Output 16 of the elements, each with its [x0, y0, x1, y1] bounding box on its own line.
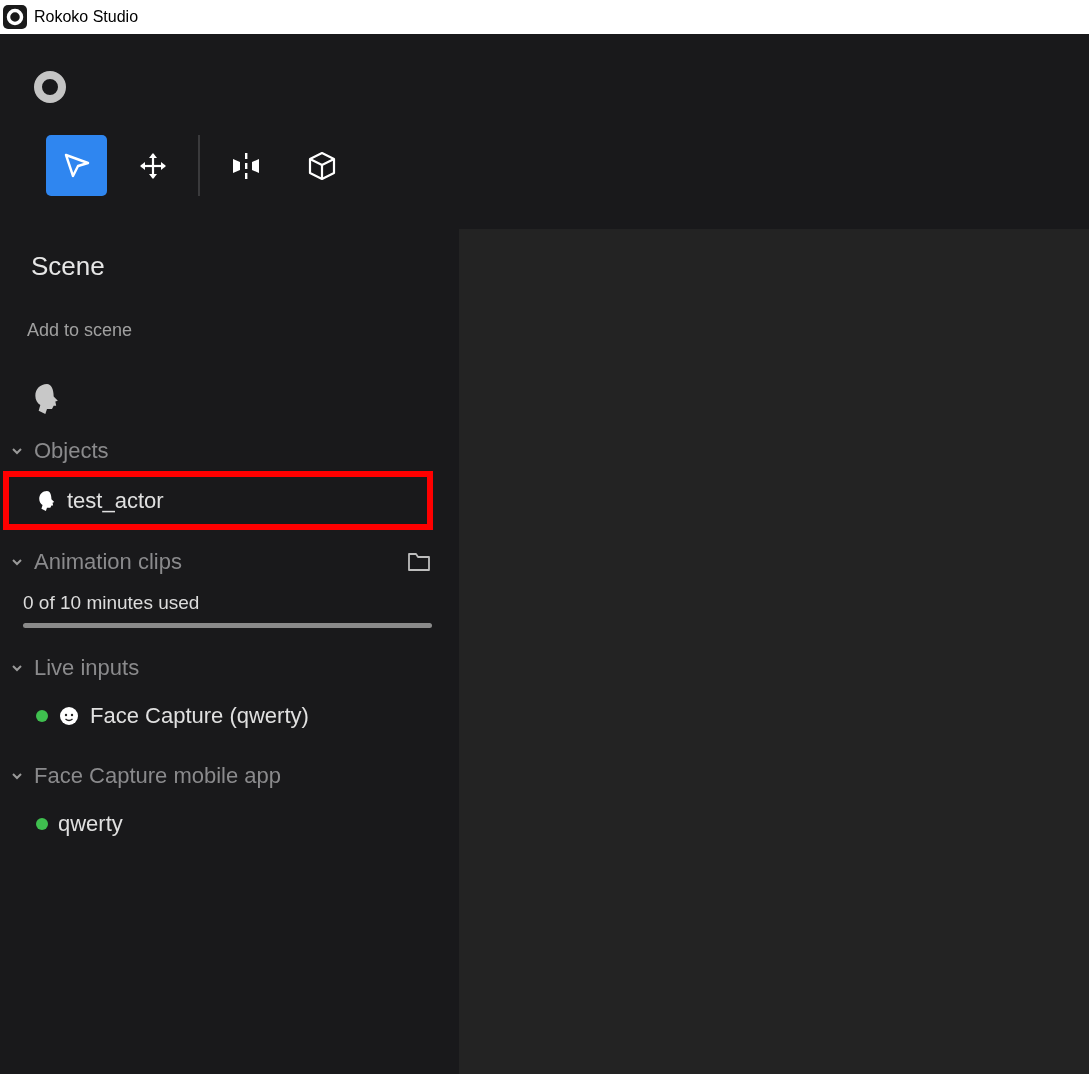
- pointer-tool-button[interactable]: [46, 135, 107, 196]
- folder-icon[interactable]: [407, 552, 431, 572]
- usage-label: 0 of 10 minutes used: [23, 592, 201, 614]
- head-silhouette-icon: [37, 488, 57, 513]
- add-to-scene-label: Add to scene: [27, 320, 134, 341]
- list-item[interactable]: qwerty: [9, 796, 433, 852]
- section-header[interactable]: Face Capture mobile app: [34, 763, 431, 789]
- window-title: Rokoko Studio: [34, 8, 139, 26]
- logo-icon: [33, 70, 67, 104]
- section-header[interactable]: Live inputs: [34, 655, 431, 681]
- face-icon: [58, 705, 80, 727]
- panel-title: Scene: [31, 251, 106, 282]
- list-item[interactable]: test_actor: [3, 471, 433, 530]
- list-item[interactable]: Face Capture (qwerty): [9, 688, 433, 744]
- section-header[interactable]: Objects: [34, 438, 431, 464]
- section-header[interactable]: Animation clips: [34, 549, 397, 575]
